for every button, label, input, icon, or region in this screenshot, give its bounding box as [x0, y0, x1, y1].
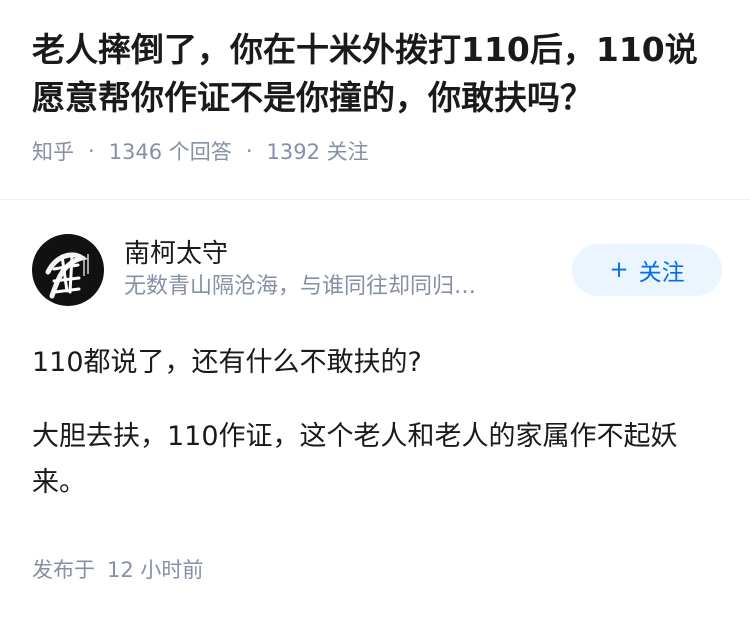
- time-value: 12 小时前: [107, 558, 204, 582]
- answer-time: 发布于 12 小时前: [32, 554, 203, 584]
- answer-paragraph: 110都说了，还有什么不敢扶的?: [32, 347, 422, 378]
- follow-button[interactable]: + 关注: [572, 244, 722, 296]
- separator-dot: ·: [245, 139, 253, 163]
- author-bio: 无数青山隔沧海，与谁同往却同归…: [124, 274, 477, 299]
- author-name[interactable]: 南柯太守: [124, 237, 560, 271]
- author-info: 南柯太守 无数青山隔沧海，与谁同往却同归…: [124, 237, 560, 303]
- avatar-calligraphy-icon: [45, 252, 89, 299]
- answer-count[interactable]: 1346 个回答: [109, 136, 232, 166]
- separator-dot: ·: [88, 139, 95, 163]
- plus-icon: +: [609, 257, 629, 283]
- answer-content: 110都说了，还有什么不敢扶的? 大胆去扶，110作证，这个老人和老人的家属作不…: [32, 340, 722, 506]
- question-header: 老人摔倒了，你在十米外拨打110后，110说愿意帮你作证不是你撞的，你敢扶吗？ …: [32, 26, 722, 166]
- avatar[interactable]: 崔: [32, 234, 104, 306]
- answer-card: 崔 南柯太守 无数青山隔沧海，与谁同往却同归… + 关注 110都说了，还有什么…: [32, 232, 722, 534]
- source-label[interactable]: 知乎: [32, 136, 74, 166]
- divider: [0, 199, 750, 200]
- follow-button-label: 关注: [638, 260, 685, 286]
- author-row: 崔 南柯太守 无数青山隔沧海，与谁同往却同归… + 关注: [32, 232, 722, 308]
- question-meta: 知乎 · 1346 个回答 · 1392 关注: [32, 136, 722, 166]
- time-prefix: 发布于: [32, 558, 95, 582]
- answer-paragraph: 大胆去扶，110作证，这个老人和老人的家属作不起妖来。: [32, 421, 678, 498]
- follower-count[interactable]: 1392 关注: [267, 136, 369, 166]
- question-title[interactable]: 老人摔倒了，你在十米外拨打110后，110说愿意帮你作证不是你撞的，你敢扶吗？: [32, 26, 722, 122]
